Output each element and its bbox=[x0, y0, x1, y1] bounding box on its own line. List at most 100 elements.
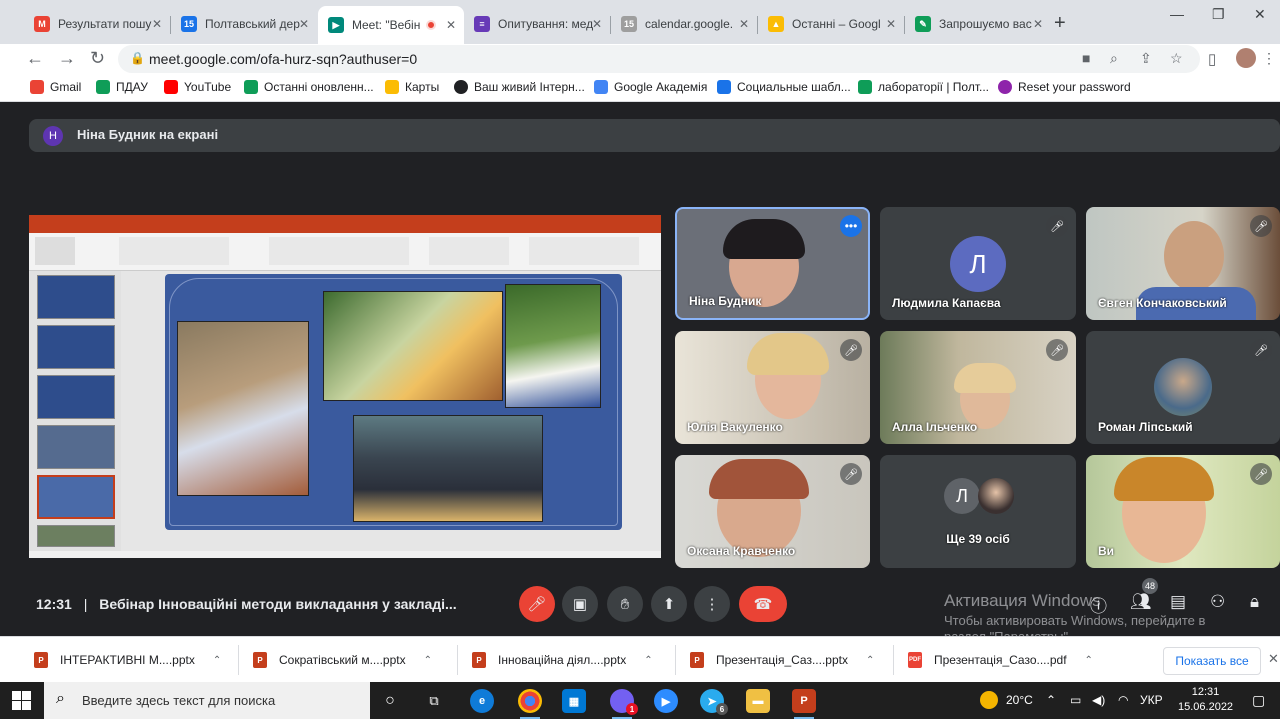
back-arrow-icon[interactable]: ← bbox=[26, 48, 44, 69]
download-item[interactable]: P Інноваційна діял....pptx ⌃ bbox=[472, 649, 653, 671]
participant-tile[interactable]: ••• Ніна Будник bbox=[675, 207, 870, 320]
bookmark-gmail[interactable]: Gmail bbox=[30, 80, 81, 94]
graduation-cap-icon bbox=[594, 80, 608, 94]
reload-icon[interactable]: ↻ bbox=[90, 48, 105, 69]
download-item[interactable]: P Сократівський м....pptx ⌃ bbox=[253, 649, 432, 671]
chevron-up-icon[interactable]: ⌃ bbox=[644, 655, 652, 666]
bookmark-youtube[interactable]: YouTube bbox=[164, 80, 231, 94]
close-icon[interactable]: ✕ bbox=[592, 17, 602, 31]
share-icon[interactable]: ⇪ bbox=[1140, 50, 1152, 67]
maximize-icon[interactable]: ❐ bbox=[1212, 6, 1225, 23]
edge-icon[interactable]: e bbox=[470, 689, 494, 713]
new-tab-button[interactable]: + bbox=[1054, 12, 1066, 35]
close-icon[interactable]: ✕ bbox=[446, 18, 456, 32]
participant-name: Євген Кончаковський bbox=[1098, 296, 1227, 310]
bookmark-social[interactable]: Социальные шабл... bbox=[717, 80, 851, 94]
tab-invite[interactable]: ✎ Запрошуємо вас ✕ bbox=[905, 8, 1051, 40]
sidepanel-icon[interactable]: ▯ bbox=[1208, 50, 1216, 68]
close-icon[interactable]: ✕ bbox=[152, 17, 162, 31]
bookmark-updates[interactable]: Останні оновленн... bbox=[244, 80, 374, 94]
close-icon[interactable]: ✕ bbox=[299, 17, 309, 31]
file-explorer-icon[interactable]: ▬ bbox=[746, 689, 770, 713]
zoom-icon[interactable]: ▶ bbox=[654, 689, 678, 713]
cortana-icon[interactable]: ○ bbox=[378, 689, 402, 713]
participant-tile[interactable]: 🎤︎ Л Людмила Капаєва bbox=[880, 207, 1076, 320]
chevron-up-icon[interactable]: ⌃ bbox=[424, 655, 432, 666]
participant-tile[interactable]: 🎤︎ Алла Ільченко bbox=[880, 331, 1076, 444]
participant-tile[interactable]: 🎤︎ Євген Кончаковський bbox=[1086, 207, 1280, 320]
tab-poltava[interactable]: 15 Полтавський дер ✕ bbox=[171, 8, 317, 40]
bookmark-google-academy[interactable]: Google Академія bbox=[594, 80, 707, 94]
chevron-up-icon[interactable]: ⌃ bbox=[213, 655, 221, 666]
bookmark-maps[interactable]: Карты bbox=[385, 80, 439, 94]
raise-hand-button[interactable]: ✋︎ bbox=[607, 586, 643, 622]
minimize-icon[interactable]: — bbox=[1170, 6, 1184, 22]
tab-calendar[interactable]: 15 calendar.google. ✕ bbox=[611, 8, 757, 40]
bookmark-reset-password[interactable]: Reset your password bbox=[998, 80, 1131, 94]
taskbar-clock[interactable]: 12:31 15.06.2022 bbox=[1178, 685, 1233, 715]
leave-call-button[interactable]: ☎︎ bbox=[739, 586, 787, 622]
temperature[interactable]: 20°C bbox=[1006, 693, 1033, 707]
weather-icon[interactable] bbox=[980, 691, 998, 709]
download-item[interactable]: PDF Презентація_Сазо....pdf ⌃ bbox=[908, 649, 1093, 671]
bookmark-24[interactable]: Ваш живий Інтерн... bbox=[454, 80, 585, 94]
star-icon[interactable]: ☆ bbox=[1170, 50, 1183, 67]
download-item[interactable]: P ІНТЕРАКТИВНІ М....pptx ⌃ bbox=[34, 649, 221, 671]
url-field[interactable]: 🔒 meet.google.com/ofa-hurz-sqn?authuser=… bbox=[118, 45, 1200, 73]
menu-dots-icon[interactable]: ⋮ bbox=[1262, 50, 1276, 67]
chevron-up-icon[interactable]: ⌃ bbox=[1046, 693, 1056, 707]
bookmark-labs[interactable]: лабораторії | Полт... bbox=[858, 80, 989, 94]
bookmark-pdau[interactable]: ПДАУ bbox=[96, 80, 148, 94]
tab-drive[interactable]: ▲ Останні – Googl ✕ bbox=[758, 8, 904, 40]
template-icon bbox=[717, 80, 731, 94]
powerpoint-ribbon bbox=[29, 233, 661, 271]
download-filename: Сократівський м....pptx bbox=[279, 653, 406, 667]
participant-tile-more[interactable]: Л Ще 39 осіб bbox=[880, 455, 1076, 568]
taskbar-search[interactable]: ⌕ Введите здесь текст для поиска bbox=[44, 682, 370, 719]
camera-icon[interactable]: ■ bbox=[1082, 50, 1090, 66]
network-icon[interactable]: ▭ bbox=[1070, 693, 1081, 707]
participant-tile[interactable]: 🎤︎ Роман Ліпський bbox=[1086, 331, 1280, 444]
browser-tab-bar: M Результати пошу ✕ 15 Полтавський дер ✕… bbox=[0, 0, 1280, 44]
notifications-icon[interactable]: ▢ bbox=[1252, 692, 1265, 709]
volume-icon[interactable]: ◀) bbox=[1092, 693, 1105, 707]
participant-tile[interactable]: 🎤︎ Оксана Кравченко bbox=[675, 455, 870, 568]
present-button[interactable]: ⬆ bbox=[651, 586, 687, 622]
close-icon[interactable]: ✕ bbox=[1033, 17, 1043, 31]
windows-start-button[interactable] bbox=[12, 691, 32, 711]
chrome-icon[interactable] bbox=[518, 689, 542, 719]
tab-search-results[interactable]: M Результати пошу ✕ bbox=[24, 8, 170, 40]
task-view-icon[interactable]: ⧉ bbox=[422, 689, 446, 713]
chevron-up-icon[interactable]: ⌃ bbox=[866, 655, 874, 666]
mic-off-button[interactable]: 🎤︎ bbox=[519, 586, 555, 622]
participant-tile[interactable]: 🎤︎ Юлія Вакуленко bbox=[675, 331, 870, 444]
participant-tile-self[interactable]: 🎤︎ Ви bbox=[1086, 455, 1280, 568]
host-controls-icon[interactable]: 🔒︎ bbox=[1250, 592, 1259, 612]
search-icon[interactable]: ⌕ bbox=[1110, 50, 1118, 67]
close-icon[interactable]: ✕ bbox=[886, 17, 896, 31]
powerpoint-icon[interactable]: P bbox=[792, 689, 816, 719]
camera-button[interactable]: ▣ bbox=[562, 586, 598, 622]
store-icon[interactable]: ▦ bbox=[562, 689, 586, 713]
meet-stage: Н Ніна Будник на екрані ••• Ніна Будник … bbox=[0, 103, 1280, 644]
tab-survey[interactable]: ≡ Опитування: мед ✕ bbox=[464, 8, 610, 40]
forward-arrow-icon[interactable]: → bbox=[58, 48, 76, 69]
show-all-downloads-button[interactable]: Показать все bbox=[1163, 647, 1261, 675]
tab-meet[interactable]: ▶ Meet: "Вебін ✕ bbox=[318, 6, 464, 44]
close-window-icon[interactable]: ✕ bbox=[1254, 6, 1266, 23]
viber-icon[interactable]: 1 bbox=[610, 689, 638, 719]
shared-screen[interactable] bbox=[29, 215, 661, 558]
wifi-icon[interactable]: ◠ bbox=[1118, 693, 1128, 707]
avatar[interactable] bbox=[1236, 48, 1256, 68]
telegram-icon[interactable]: ➤ 6 bbox=[700, 689, 728, 715]
close-icon[interactable]: ✕ bbox=[1268, 651, 1279, 667]
close-icon[interactable]: ✕ bbox=[739, 17, 749, 31]
more-options-icon[interactable]: ••• bbox=[840, 215, 862, 237]
download-item[interactable]: P Презентація_Саз....pptx ⌃ bbox=[690, 649, 874, 671]
mic-off-icon: 🎤︎ bbox=[1250, 339, 1272, 361]
participant-avatar bbox=[1154, 358, 1212, 416]
chevron-up-icon[interactable]: ⌃ bbox=[1085, 655, 1093, 666]
mic-off-icon: 🎤︎ bbox=[840, 463, 862, 485]
more-options-button[interactable]: ⋮ bbox=[694, 586, 730, 622]
language-indicator[interactable]: УКР bbox=[1140, 693, 1163, 707]
